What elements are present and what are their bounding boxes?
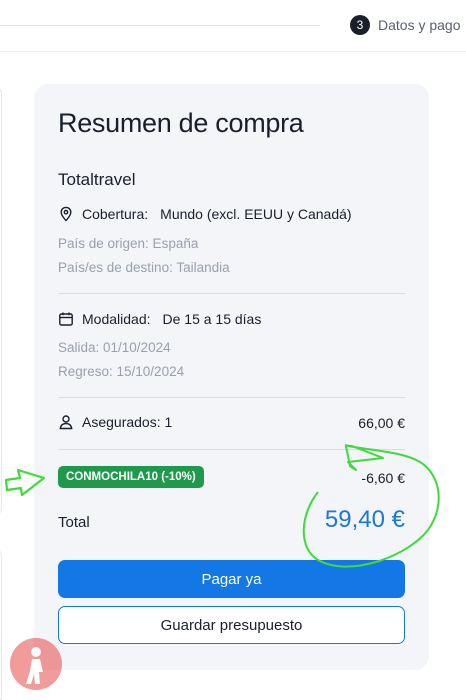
purchase-summary-card: Resumen de compra Totaltravel Cobertura:… xyxy=(34,84,429,670)
step-label: Datos y pago xyxy=(378,17,461,33)
divider xyxy=(58,293,405,294)
coverage-label: Cobertura: xyxy=(82,206,149,222)
location-pin-icon xyxy=(58,206,74,222)
coupon-badge: CONMOCHILA10 (-10%) xyxy=(58,466,204,488)
mode-value: De 15 a 15 días xyxy=(162,311,262,327)
divider xyxy=(58,397,405,398)
calendar-icon xyxy=(58,311,74,327)
watermark-logo xyxy=(10,638,62,690)
stepper-bar: 3 Datos y pago xyxy=(0,0,466,52)
mode-label: Modalidad: xyxy=(82,311,151,327)
total-label: Total xyxy=(58,514,90,531)
destination-country: País/es de destino: Tailandia xyxy=(58,260,230,275)
divider xyxy=(58,449,405,450)
insured-row: Asegurados: 1 xyxy=(58,414,172,430)
stepper-progress-line xyxy=(0,25,320,26)
left-panel-edge xyxy=(0,86,2,516)
user-icon xyxy=(58,414,74,430)
total-value: 59,40 € xyxy=(324,506,405,533)
departure-date: Salida: 01/10/2024 xyxy=(58,340,171,355)
summary-title: Resumen de compra xyxy=(58,108,304,138)
pay-now-button[interactable]: Pagar ya xyxy=(58,560,405,598)
return-date: Regreso: 15/10/2024 xyxy=(58,364,185,379)
left-panel-edge-lower xyxy=(0,548,2,700)
mode-row: Modalidad: De 15 a 15 días xyxy=(58,311,261,327)
coverage-row: Cobertura: Mundo (excl. EEUU y Canadá) xyxy=(58,206,352,222)
discount-amount: -6,60 € xyxy=(361,470,405,486)
step-datos-y-pago[interactable]: 3 Datos y pago xyxy=(350,14,461,36)
insured-label: Asegurados: 1 xyxy=(82,414,173,430)
product-name: Totaltravel xyxy=(58,170,136,189)
save-quote-button[interactable]: Guardar presupuesto xyxy=(58,606,405,644)
insured-amount: 66,00 € xyxy=(358,415,405,431)
checkout-page: 3 Datos y pago Resumen de compra Totaltr… xyxy=(0,0,466,700)
coverage-value: Mundo (excl. EEUU y Canadá) xyxy=(160,206,352,222)
origin-country: País de origen: España xyxy=(58,236,199,251)
step-number-badge: 3 xyxy=(350,15,370,35)
